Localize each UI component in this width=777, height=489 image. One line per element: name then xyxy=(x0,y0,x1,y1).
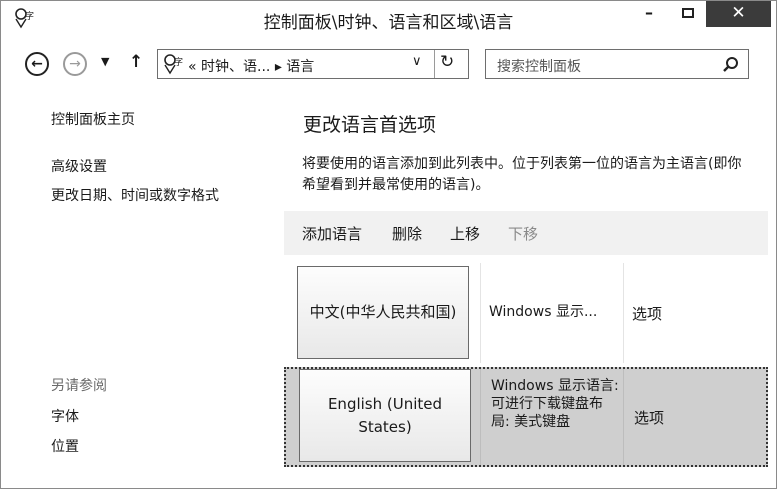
address-divider xyxy=(434,50,435,78)
maximize-icon xyxy=(682,8,694,18)
location-link[interactable]: 位置 xyxy=(51,436,79,456)
language-status: Windows 显示... xyxy=(489,304,598,320)
up-arrow-icon[interactable]: ↑ xyxy=(129,52,143,72)
language-status: Windows 显示语言: 可进行下载键盘布局: 美式键盘 xyxy=(491,378,619,430)
language-window: 字 控制面板\时钟、语言和区域\语言 – ✕ ← → ▼ ↑ 字 « 时钟、语.… xyxy=(0,0,777,489)
breadcrumb[interactable]: « 时钟、语... ▸ 语言 xyxy=(188,56,314,76)
back-arrow-icon[interactable]: ← xyxy=(25,52,49,76)
language-name-button[interactable]: 中文(中华人民共和国) xyxy=(297,266,469,359)
language-row[interactable]: 中文(中华人民共和国) Windows 显示... 选项 xyxy=(284,263,768,363)
language-name-button[interactable]: English (United States) xyxy=(299,369,471,462)
language-row-selected[interactable]: English (United States) Windows 显示语言: 可进… xyxy=(284,367,768,467)
fonts-link[interactable]: 字体 xyxy=(51,406,79,426)
search-placeholder: 搜索控制面板 xyxy=(497,59,581,75)
search-icon[interactable] xyxy=(722,56,740,74)
column-divider xyxy=(623,369,624,465)
page-description: 将要使用的语言添加到此列表中。位于列表第一位的语言为主语言(即你希望看到并最常使… xyxy=(302,156,742,193)
column-divider xyxy=(480,369,481,465)
options-link[interactable]: 选项 xyxy=(634,407,664,428)
see-also-heading: 另请参阅 xyxy=(51,378,107,394)
address-bar[interactable]: 字 « 时钟、语... ▸ 语言 ∨ ↻ xyxy=(157,49,469,79)
advanced-settings-link[interactable]: 高级设置 xyxy=(51,156,107,176)
refresh-icon[interactable]: ↻ xyxy=(440,52,454,72)
page-title: 更改语言首选项 xyxy=(303,114,437,136)
move-up-button[interactable]: 上移 xyxy=(450,223,480,244)
control-panel-icon: 字 xyxy=(164,54,183,75)
column-divider xyxy=(480,263,481,363)
navigation-bar: ← → ▼ ↑ 字 « 时钟、语... ▸ 语言 ∨ ↻ 搜索控制面板 xyxy=(1,45,776,81)
svg-text:字: 字 xyxy=(174,56,183,68)
recent-pages-icon[interactable]: ▼ xyxy=(101,55,109,68)
change-format-link[interactable]: 更改日期、时间或数字格式 xyxy=(51,185,219,205)
search-input[interactable]: 搜索控制面板 xyxy=(485,49,749,79)
control-panel-home-link[interactable]: 控制面板主页 xyxy=(51,109,135,129)
column-divider xyxy=(623,263,624,363)
move-down-button[interactable]: 下移 xyxy=(508,223,538,244)
forward-arrow-icon[interactable]: → xyxy=(63,52,87,76)
title-bar: 字 控制面板\时钟、语言和区域\语言 – ✕ xyxy=(1,1,776,37)
maximize-button[interactable] xyxy=(671,1,705,27)
close-button[interactable]: ✕ xyxy=(706,1,771,27)
options-link[interactable]: 选项 xyxy=(632,303,662,324)
minimize-button[interactable]: – xyxy=(629,1,669,27)
remove-button[interactable]: 删除 xyxy=(392,223,422,244)
dropdown-icon[interactable]: ∨ xyxy=(412,54,422,69)
language-toolbar: 添加语言 删除 上移 下移 xyxy=(284,211,768,255)
add-language-button[interactable]: 添加语言 xyxy=(302,223,362,244)
